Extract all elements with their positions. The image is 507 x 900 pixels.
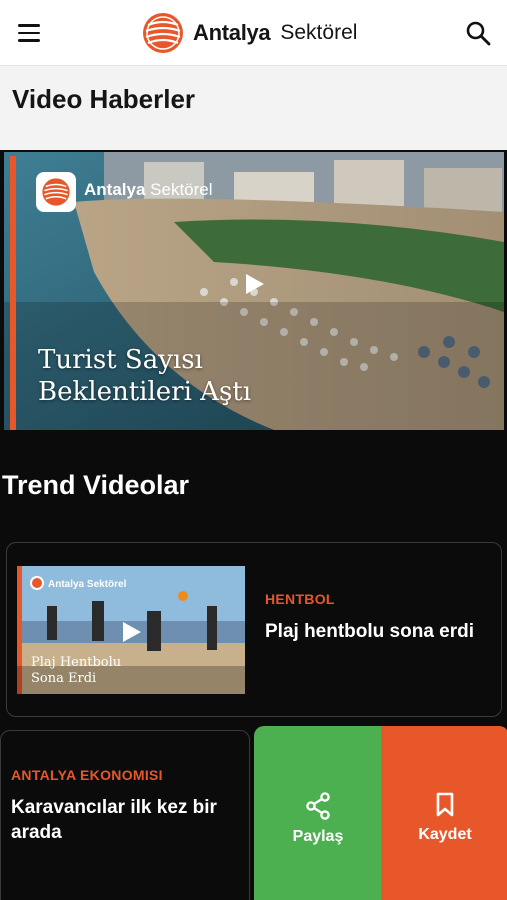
brand-logo-link[interactable]: Antalya Sektörel [141, 10, 357, 56]
video-card-title[interactable]: Plaj hentbolu sona erdi [265, 619, 497, 644]
section-title-trend: Trend Videolar [2, 470, 190, 500]
share-button-label: Paylaş [292, 828, 344, 845]
video-card[interactable]: Antalya Sektörel Plaj Hentbolu Sona Erdi… [6, 542, 502, 717]
featured-video[interactable]: Antalya Sektörel Turist Sayısı Beklentil… [4, 152, 504, 430]
bookmark-icon [436, 792, 454, 817]
video-card-thumbnail: Antalya Sektörel Plaj Hentbolu Sona Erdi [17, 566, 245, 694]
video-card-category[interactable]: HENTBOL [265, 591, 335, 607]
featured-caption-line2: Beklentileri Aştı [38, 377, 252, 407]
featured-brand-text: Antalya Sektörel [84, 180, 213, 200]
search-icon[interactable] [464, 19, 492, 47]
brand-name: Antalya [193, 20, 271, 45]
brand-logo-icon [143, 13, 183, 53]
page-title-band: Video Haberler [0, 66, 507, 150]
save-button-label: Kaydet [418, 826, 472, 843]
hamburger-menu-icon[interactable] [18, 18, 52, 48]
brand-subname: Sektörel [280, 21, 358, 44]
video-card-title[interactable]: Karavancılar ilk kez bir arada [11, 795, 243, 845]
featured-brand-name: Antalya [84, 180, 146, 199]
save-button[interactable]: Kaydet [381, 726, 507, 900]
thumb-brand-text: Antalya Sektörel [48, 579, 127, 590]
top-app-bar: Antalya Sektörel [0, 0, 507, 66]
share-icon [306, 792, 330, 820]
featured-brand-subname: Sektörel [150, 180, 213, 199]
featured-caption: Turist Sayısı Beklentileri Aştı [38, 344, 298, 408]
video-card[interactable]: ANTALYA EKONOMISI Karavancılar ilk kez b… [0, 730, 250, 900]
play-icon[interactable] [244, 272, 266, 296]
share-button[interactable]: Paylaş [254, 726, 382, 900]
thumb-caption-line1: Plaj Hentbolu [31, 655, 121, 670]
featured-caption-line1: Turist Sayısı [38, 345, 203, 375]
featured-brand-badge [36, 172, 76, 212]
thumb-caption-line2: Sona Erdi [31, 671, 96, 686]
video-card-category[interactable]: ANTALYA EKONOMISI [11, 767, 163, 783]
page-title: Video Haberler [12, 84, 196, 114]
featured-accent-bar [10, 156, 16, 430]
video-card-scene: Antalya Sektörel Plaj Hentbolu Sona Erdi [17, 566, 245, 694]
featured-logo-icon [42, 178, 70, 206]
